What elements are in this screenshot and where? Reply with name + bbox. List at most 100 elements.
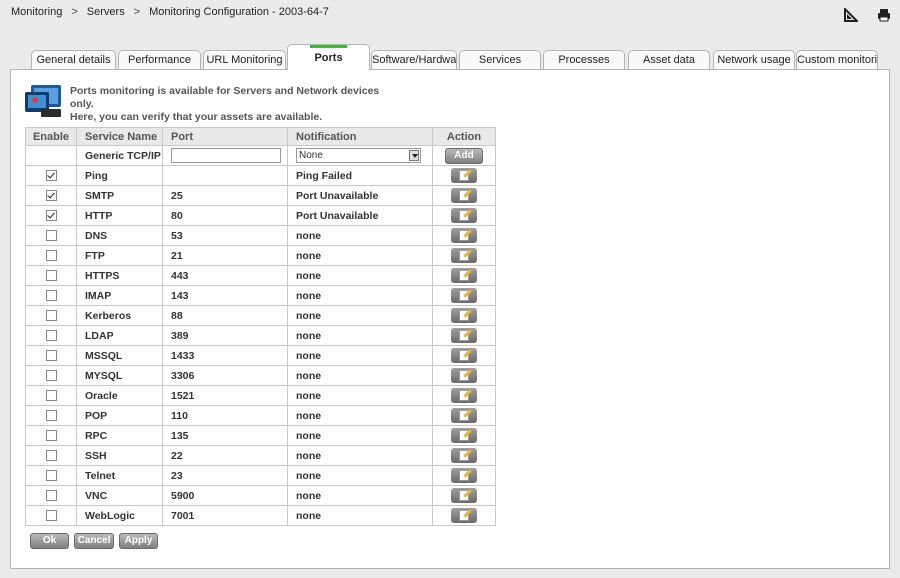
new-port-input[interactable] (171, 148, 281, 163)
edit-icon[interactable] (451, 328, 477, 343)
ruler-icon[interactable] (844, 8, 858, 22)
enable-checkbox[interactable] (45, 510, 57, 522)
edit-icon[interactable] (451, 168, 477, 183)
notification-cell: Port Unavailable (287, 205, 433, 226)
breadcrumb-servers[interactable]: Servers (87, 6, 125, 18)
notification-cell: none (287, 285, 433, 306)
enable-checkbox[interactable] (45, 330, 57, 342)
breadcrumb-separator: > (71, 6, 78, 18)
enable-checkbox[interactable] (45, 410, 57, 422)
tab-software-hardwa[interactable]: Software/Hardwa... (371, 50, 457, 69)
action-cell (432, 505, 496, 526)
enable-checkbox[interactable] (45, 490, 57, 502)
tab-url-monitoring[interactable]: URL Monitoring (203, 50, 286, 69)
header-enable: Enable (25, 127, 77, 146)
tab-general-details[interactable]: General details (31, 50, 116, 69)
new-row-notification-cell: None (287, 145, 433, 166)
print-icon[interactable] (877, 8, 891, 22)
cancel-button[interactable]: Cancel (74, 533, 114, 549)
edit-icon[interactable] (451, 368, 477, 383)
enable-checkbox[interactable] (45, 190, 57, 202)
notification-cell: none (287, 385, 433, 406)
table-row: VNC 5900 none (25, 485, 496, 506)
edit-icon[interactable] (451, 268, 477, 283)
table-row: MYSQL 3306 none (25, 365, 496, 386)
edit-icon[interactable] (451, 508, 477, 523)
notification-cell: none (287, 485, 433, 506)
enable-checkbox[interactable] (45, 230, 57, 242)
edit-icon[interactable] (451, 488, 477, 503)
tab-ports[interactable]: Ports (287, 44, 370, 70)
edit-icon[interactable] (451, 348, 477, 363)
enable-cell (25, 405, 77, 426)
edit-icon[interactable] (451, 408, 477, 423)
edit-icon[interactable] (451, 188, 477, 203)
apply-button[interactable]: Apply (119, 533, 158, 549)
breadcrumb-monitoring[interactable]: Monitoring (11, 6, 62, 18)
notification-cell: none (287, 265, 433, 286)
port-cell: 1433 (162, 345, 288, 366)
action-cell (432, 285, 496, 306)
tab-label: Software/Hardwa... (372, 54, 457, 66)
ok-button[interactable]: Ok (30, 533, 69, 549)
edit-icon[interactable] (451, 288, 477, 303)
enable-checkbox[interactable] (45, 470, 57, 482)
enable-checkbox[interactable] (45, 390, 57, 402)
enable-checkbox[interactable] (45, 450, 57, 462)
action-cell (432, 325, 496, 346)
enable-checkbox[interactable] (45, 350, 57, 362)
service-name-cell: MSSQL (76, 345, 163, 366)
notification-cell: none (287, 305, 433, 326)
enable-checkbox[interactable] (45, 290, 57, 302)
action-cell (432, 425, 496, 446)
action-cell (432, 365, 496, 386)
table-row: RPC 135 none (25, 425, 496, 446)
add-button[interactable]: Add (445, 147, 483, 164)
service-name-cell: VNC (76, 485, 163, 506)
edit-icon[interactable] (451, 248, 477, 263)
edit-icon[interactable] (451, 208, 477, 223)
notification-cell: none (287, 245, 433, 266)
enable-cell (25, 285, 77, 306)
edit-icon[interactable] (451, 308, 477, 323)
tab-label: URL Monitoring (206, 54, 283, 66)
enable-checkbox[interactable] (45, 210, 57, 222)
enable-cell (25, 365, 77, 386)
tab-custom-monitoring[interactable]: Custom monitoring (796, 50, 878, 69)
tab-performance[interactable]: Performance (118, 50, 201, 69)
edit-icon[interactable] (451, 428, 477, 443)
tab-services[interactable]: Services (459, 50, 541, 69)
enable-checkbox[interactable] (45, 270, 57, 282)
tab-processes[interactable]: Processes (543, 50, 625, 69)
action-cell (432, 385, 496, 406)
service-name-cell: RPC (76, 425, 163, 446)
edit-icon[interactable] (451, 388, 477, 403)
enable-checkbox[interactable] (45, 170, 57, 182)
action-cell (432, 485, 496, 506)
edit-icon[interactable] (451, 228, 477, 243)
tab-asset-data[interactable]: Asset data (628, 50, 710, 69)
header-port: Port (162, 127, 288, 146)
ports-table: Enable Service Name Port Notification Ac… (25, 127, 496, 526)
port-cell: 7001 (162, 505, 288, 526)
tab-label: Services (478, 54, 522, 66)
enable-checkbox[interactable] (45, 370, 57, 382)
tab-network-usage[interactable]: Network usage (713, 50, 795, 69)
notification-select[interactable]: None (296, 148, 421, 163)
notification-cell: none (287, 505, 433, 526)
service-name-cell: FTP (76, 245, 163, 266)
service-name-cell: DNS (76, 225, 163, 246)
edit-icon[interactable] (451, 448, 477, 463)
table-row: Oracle 1521 none (25, 385, 496, 406)
port-cell: 3306 (162, 365, 288, 386)
port-cell: 135 (162, 425, 288, 446)
enable-checkbox[interactable] (45, 430, 57, 442)
breadcrumb-separator: > (133, 6, 141, 18)
table-row: HTTP 80 Port Unavailable (25, 205, 496, 226)
table-row: Telnet 23 none (25, 465, 496, 486)
port-cell: 80 (162, 205, 288, 226)
enable-checkbox[interactable] (45, 310, 57, 322)
enable-checkbox[interactable] (45, 250, 57, 262)
edit-icon[interactable] (451, 468, 477, 483)
enable-cell (25, 425, 77, 446)
